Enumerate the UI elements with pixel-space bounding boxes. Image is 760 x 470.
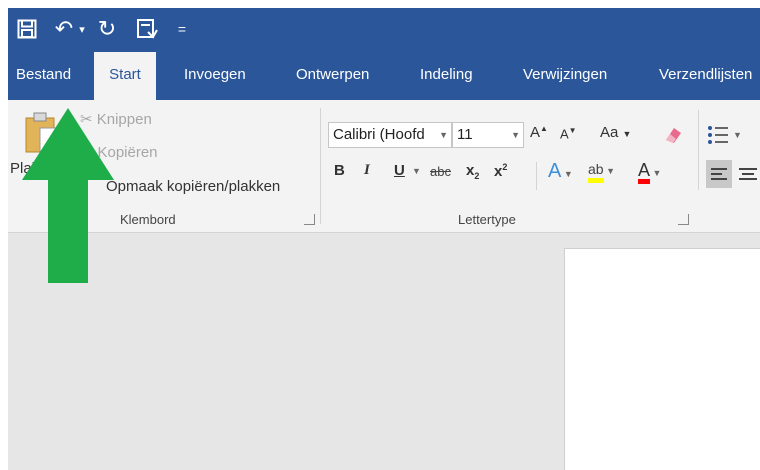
underline-button[interactable]: U bbox=[394, 162, 405, 179]
tab-verwijzingen[interactable]: Verwijzingen bbox=[523, 52, 607, 100]
ribbon: Plak ✂ Knippen ⧉ Kopiëren Opmaak kopiëre… bbox=[8, 100, 760, 233]
change-case-button[interactable]: Aa ▼ bbox=[600, 124, 631, 141]
grow-font-icon: A bbox=[530, 124, 541, 141]
strikethrough-button[interactable]: abc bbox=[430, 164, 451, 179]
grow-font-button[interactable]: A▲ bbox=[530, 124, 548, 141]
align-left-icon[interactable] bbox=[706, 160, 732, 188]
italic-button[interactable]: I bbox=[364, 162, 370, 179]
change-case-icon: Aa bbox=[600, 124, 619, 141]
group-separator bbox=[320, 108, 321, 224]
customize-toolbar-icon[interactable]: = bbox=[174, 16, 190, 42]
font-color-icon: A bbox=[638, 161, 651, 184]
green-arrow-icon bbox=[22, 108, 114, 283]
print-layout-icon[interactable] bbox=[134, 16, 160, 42]
chevron-down-icon: ▼ bbox=[439, 130, 448, 140]
tab-indeling[interactable]: Indeling bbox=[420, 52, 473, 100]
bullets-icon[interactable]: ▼ bbox=[706, 124, 746, 146]
bold-button[interactable]: B bbox=[334, 162, 345, 179]
shrink-font-icon: A bbox=[560, 126, 569, 142]
group-separator bbox=[698, 110, 699, 170]
font-size-value: 11 bbox=[457, 126, 473, 143]
group-label-klembord: Klembord bbox=[120, 212, 176, 227]
font-size-select[interactable]: 11 ▼ bbox=[452, 122, 524, 148]
save-icon[interactable] bbox=[14, 16, 40, 42]
shrink-font-button[interactable]: A▼ bbox=[560, 126, 577, 141]
clipboard-launcher-icon[interactable] bbox=[304, 214, 315, 225]
font-color-button[interactable]: A ▼ bbox=[638, 160, 661, 184]
group-separator bbox=[698, 162, 699, 190]
superscript-button[interactable]: x2 bbox=[494, 162, 507, 180]
clear-formatting-icon[interactable] bbox=[662, 124, 684, 146]
superscript-mark: 2 bbox=[502, 162, 508, 172]
tab-verzendlijsten[interactable]: Verzendlijsten bbox=[659, 52, 752, 100]
highlighter-icon: ab bbox=[588, 160, 604, 183]
align-center-icon[interactable] bbox=[736, 160, 760, 188]
group-separator bbox=[536, 162, 537, 190]
text-effects-icon: A bbox=[548, 160, 562, 182]
quick-access-toolbar: ↶ ▾ ↻ = bbox=[8, 8, 760, 52]
group-label-lettertype: Lettertype bbox=[458, 212, 516, 227]
tab-ontwerpen[interactable]: Ontwerpen bbox=[296, 52, 369, 100]
underline-dropdown-icon[interactable]: ▼ bbox=[412, 166, 421, 176]
undo-icon[interactable]: ↶ bbox=[52, 16, 76, 42]
redo-icon[interactable]: ↻ bbox=[94, 16, 120, 42]
font-name-value: Calibri (Hoofd bbox=[333, 126, 425, 143]
text-effects-button[interactable]: A ▼ bbox=[548, 160, 573, 183]
subscript-mark: 2 bbox=[474, 171, 480, 181]
tab-bestand[interactable]: Bestand bbox=[16, 52, 71, 100]
ribbon-tabs: Bestand Start Invoegen Ontwerpen Indelin… bbox=[8, 52, 760, 100]
format-painter-button[interactable]: Opmaak kopiëren/plakken bbox=[106, 178, 280, 195]
word-window: ↶ ▾ ↻ = Bestand Start Invoegen Ontwerpen… bbox=[8, 8, 760, 470]
subscript-button[interactable]: x2 bbox=[466, 162, 479, 181]
font-name-select[interactable]: Calibri (Hoofd ▼ bbox=[328, 122, 452, 148]
svg-text:▼: ▼ bbox=[733, 130, 742, 140]
font-launcher-icon[interactable] bbox=[678, 214, 689, 225]
undo-dropdown-icon[interactable]: ▾ bbox=[76, 16, 88, 42]
tab-start[interactable]: Start bbox=[94, 52, 156, 100]
highlight-button[interactable]: ab ▼ bbox=[588, 160, 615, 183]
document-page[interactable] bbox=[564, 248, 760, 470]
tab-invoegen[interactable]: Invoegen bbox=[184, 52, 246, 100]
chevron-down-icon: ▼ bbox=[511, 130, 520, 140]
